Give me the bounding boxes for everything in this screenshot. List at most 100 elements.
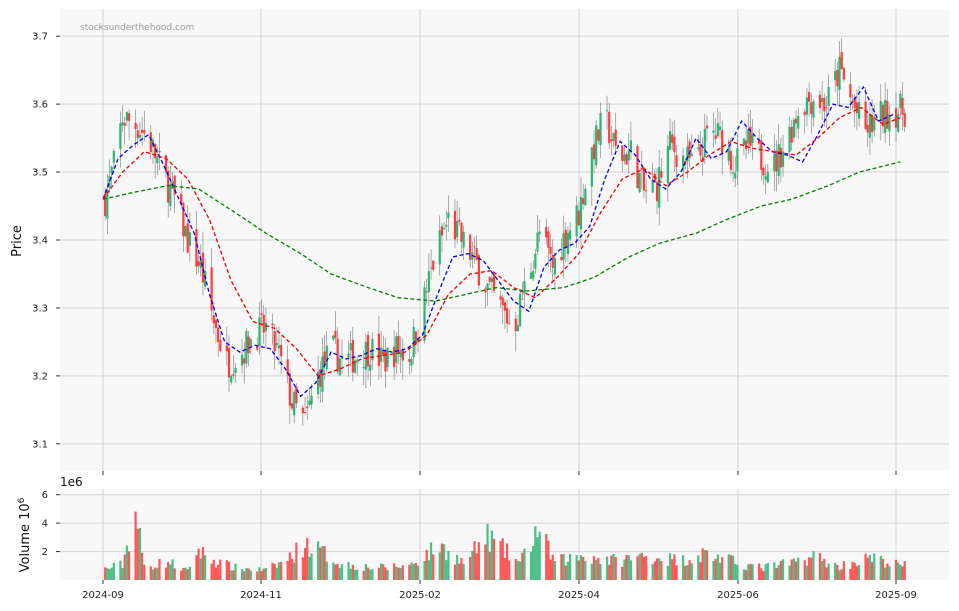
volume-bar bbox=[440, 543, 444, 580]
volume-bar bbox=[569, 554, 572, 580]
volume-bar bbox=[416, 565, 420, 580]
volume-bar bbox=[658, 558, 661, 580]
candle-body bbox=[592, 144, 596, 160]
candle-body bbox=[623, 154, 626, 162]
candle-body bbox=[460, 222, 463, 242]
candle-body bbox=[277, 345, 281, 349]
volume-bar bbox=[623, 559, 626, 580]
candle-body bbox=[794, 118, 798, 124]
volume-bar bbox=[827, 563, 830, 580]
candle-body bbox=[549, 246, 552, 255]
volume-bar bbox=[247, 568, 250, 580]
volume-bar bbox=[731, 555, 735, 580]
volume-bar bbox=[645, 556, 648, 580]
candle-body bbox=[323, 351, 326, 365]
volume-bar bbox=[636, 556, 639, 580]
volume-bar bbox=[277, 562, 281, 580]
candle-body bbox=[599, 113, 602, 146]
volume-bar bbox=[167, 562, 170, 580]
candle-body bbox=[408, 359, 411, 362]
volume-bar bbox=[886, 563, 889, 580]
candle-body bbox=[523, 281, 526, 294]
candle-body bbox=[823, 97, 826, 112]
candle-body bbox=[349, 343, 352, 351]
x-tick-label: 2025-02 bbox=[399, 590, 441, 601]
volume-bar bbox=[127, 551, 131, 580]
volume-bar bbox=[149, 566, 152, 580]
watermark-text: stocksunderthehood.com bbox=[80, 23, 194, 33]
candle-body bbox=[805, 97, 809, 115]
candle-body bbox=[569, 230, 572, 240]
volume-bar bbox=[599, 564, 602, 580]
volume-bar bbox=[897, 562, 900, 580]
candle-body bbox=[295, 386, 298, 404]
volume-bar bbox=[655, 558, 659, 580]
volume-bar bbox=[353, 569, 357, 580]
volume-bar bbox=[186, 569, 189, 580]
candle-body bbox=[395, 336, 398, 363]
candle-body bbox=[868, 113, 872, 138]
x-tick-label: 2024-11 bbox=[240, 590, 282, 601]
volume-bar bbox=[438, 552, 441, 580]
volume-bar bbox=[488, 551, 491, 580]
candle-body bbox=[306, 406, 309, 409]
volume-bar bbox=[414, 562, 417, 580]
volume-bar bbox=[432, 554, 435, 580]
volume-offset-label: 1e6 bbox=[60, 475, 83, 489]
candle-body bbox=[810, 102, 813, 114]
candle-body bbox=[610, 139, 613, 142]
candle-body bbox=[660, 170, 663, 178]
volume-bar bbox=[888, 566, 891, 580]
volume-bar bbox=[199, 558, 202, 580]
volume-bar bbox=[442, 544, 446, 580]
volume-bar bbox=[610, 555, 613, 580]
candle-body bbox=[736, 148, 739, 172]
volume-bar bbox=[803, 560, 806, 580]
candle-body bbox=[803, 111, 806, 116]
candle-body bbox=[818, 94, 822, 109]
candle-body bbox=[519, 293, 522, 326]
volume-bar bbox=[225, 560, 228, 580]
volume-bar bbox=[369, 569, 372, 580]
volume-bar bbox=[705, 550, 709, 580]
volume-y-tick-label: 2 bbox=[42, 547, 48, 558]
candle-body bbox=[260, 313, 263, 315]
volume-bar bbox=[864, 553, 867, 580]
candle-body bbox=[427, 271, 430, 293]
candle-body bbox=[440, 226, 444, 236]
volume-bar bbox=[158, 558, 161, 580]
candle-body bbox=[271, 323, 274, 326]
x-tick-label: 2025-04 bbox=[558, 590, 600, 601]
candle-body bbox=[112, 150, 115, 163]
volume-bar bbox=[564, 565, 567, 580]
volume-bar bbox=[697, 555, 700, 580]
volume-bar bbox=[138, 527, 142, 580]
volume-bar bbox=[838, 570, 841, 580]
candle-body bbox=[775, 150, 778, 172]
candle-body bbox=[503, 302, 507, 311]
candle-body bbox=[532, 270, 535, 279]
volume-bar bbox=[899, 564, 902, 580]
candle-body bbox=[747, 129, 750, 144]
volume-bar bbox=[460, 557, 463, 580]
volume-bar bbox=[490, 530, 493, 580]
candle-body bbox=[232, 374, 235, 376]
candle-body bbox=[857, 101, 861, 119]
volume-bar bbox=[293, 562, 296, 580]
volume-bar bbox=[366, 567, 370, 580]
candle-body bbox=[590, 147, 593, 187]
volume-bar bbox=[901, 566, 904, 580]
candle-body bbox=[484, 288, 487, 293]
volume-bar bbox=[747, 564, 750, 580]
volume-bar bbox=[871, 562, 874, 580]
candle-body bbox=[227, 347, 231, 378]
candle-body bbox=[445, 224, 448, 227]
candle-body bbox=[671, 134, 674, 143]
candle-body bbox=[690, 153, 693, 156]
candle-body bbox=[673, 136, 676, 153]
volume-bar bbox=[121, 568, 124, 580]
candle-body bbox=[884, 99, 887, 133]
volume-bar bbox=[514, 559, 517, 580]
candle-body bbox=[582, 198, 585, 205]
stock-chart: 3.1 3.2 3.3 3.4 3.5 3.6 3.7 2024-09 2024-11 2025… bbox=[10, 9, 949, 601]
